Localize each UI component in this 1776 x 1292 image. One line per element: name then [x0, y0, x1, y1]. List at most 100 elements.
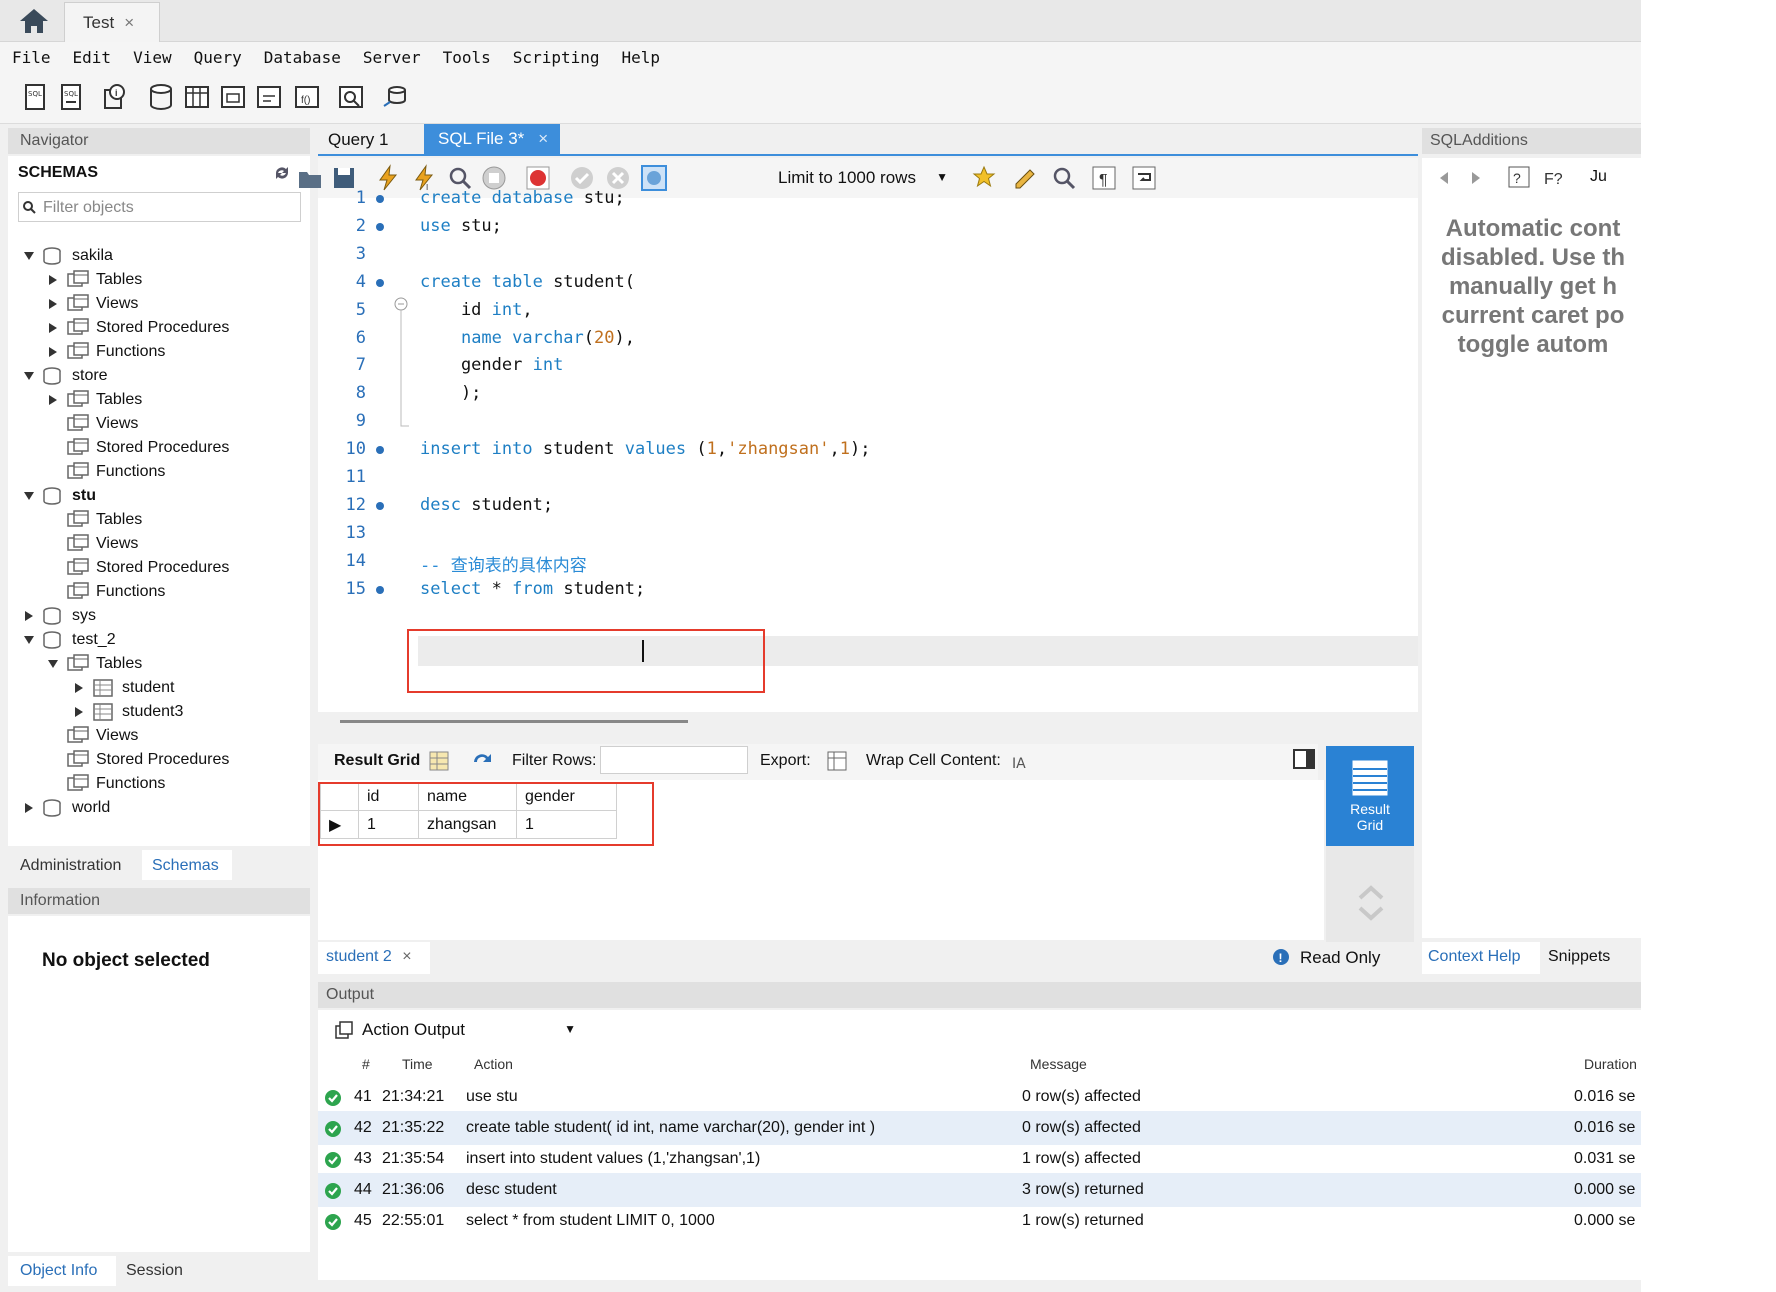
tree-folder[interactable]: Tables [46, 652, 142, 676]
menu-file[interactable]: File [12, 48, 51, 67]
expanded-triangle-icon[interactable] [22, 249, 36, 263]
tree-folder[interactable]: Functions [46, 340, 165, 364]
menu-help[interactable]: Help [622, 48, 661, 67]
menu-scripting[interactable]: Scripting [513, 48, 600, 67]
close-icon[interactable]: × [124, 13, 134, 32]
code-line[interactable]: use stu; [420, 216, 502, 236]
jump-to-label[interactable]: Ju [1590, 168, 1640, 186]
menu-edit[interactable]: Edit [73, 48, 112, 67]
tree-folder[interactable]: Views [46, 412, 138, 436]
tab-snippets[interactable]: Snippets [1542, 942, 1632, 974]
chevron-up-down-icon[interactable] [1356, 882, 1386, 922]
tree-schema[interactable]: sys [22, 604, 96, 628]
tree-folder[interactable]: Stored Procedures [46, 316, 229, 340]
connection-tab[interactable]: Test × [64, 2, 160, 42]
toggle-panel-icon[interactable] [1292, 748, 1316, 770]
result-grid-side-button[interactable]: Result Grid [1326, 746, 1414, 846]
code-line[interactable]: -- 查询表的具体内容 [420, 551, 587, 576]
tree-table[interactable]: student [72, 676, 174, 700]
back-icon[interactable] [1434, 168, 1454, 188]
code-line[interactable]: ); [420, 383, 481, 403]
export-icon[interactable] [826, 748, 852, 772]
filter-rows-input[interactable] [600, 746, 748, 774]
horizontal-scrollbar[interactable] [340, 720, 688, 723]
tree-folder[interactable]: Functions [46, 580, 165, 604]
execute-icon[interactable] [374, 164, 402, 192]
copy-icon[interactable] [334, 1020, 354, 1040]
code-line[interactable]: select * from student; [420, 579, 645, 599]
wrap-cell-icon[interactable]: IA [1010, 752, 1032, 772]
close-icon[interactable]: × [402, 948, 411, 965]
menu-tools[interactable]: Tools [443, 48, 491, 67]
tree-schema[interactable]: stu [22, 484, 96, 508]
create-schema-icon[interactable] [146, 82, 176, 112]
output-mode-select[interactable]: Action Output ▼ [356, 1016, 580, 1044]
table-row[interactable]: 43 21:35:54 insert into student values (1,… [318, 1142, 1641, 1176]
tab-sql-file-3[interactable]: SQL File 3* × [424, 124, 560, 156]
create-view-icon[interactable] [218, 82, 248, 112]
menu-database[interactable]: Database [264, 48, 341, 67]
manual-help-icon[interactable]: ? [1506, 164, 1532, 190]
open-file-icon[interactable] [296, 164, 324, 192]
refresh-icon[interactable] [272, 164, 292, 182]
open-sql-script-icon[interactable]: SQL [56, 82, 86, 112]
word-wrap-icon[interactable] [1130, 164, 1158, 192]
collapsed-triangle-icon[interactable] [22, 609, 36, 623]
expanded-triangle-icon[interactable] [22, 369, 36, 383]
code-line[interactable]: insert into student values (1,'zhangsan'… [420, 439, 870, 459]
tab-student-2[interactable]: student 2 × [318, 942, 430, 974]
home-icon[interactable] [16, 6, 52, 36]
search-table-data-icon[interactable] [336, 82, 366, 112]
add-snippet-icon[interactable] [970, 164, 998, 192]
menu-view[interactable]: View [133, 48, 172, 67]
tab-session[interactable]: Session [116, 1256, 206, 1286]
tab-context-help[interactable]: Context Help [1422, 942, 1540, 974]
autocommit-icon[interactable] [640, 164, 668, 192]
reconnect-icon[interactable] [380, 82, 410, 112]
tree-folder[interactable]: Views [46, 292, 138, 316]
inspector-icon[interactable]: i [100, 82, 130, 112]
tab-administration[interactable]: Administration [8, 850, 142, 880]
table-row[interactable]: 45 22:55:01 select * from student LIMIT 0,… [318, 1204, 1641, 1238]
create-function-icon[interactable]: f() [292, 82, 322, 112]
code-line[interactable]: desc student; [420, 495, 553, 515]
tree-schema[interactable]: test_2 [22, 628, 116, 652]
collapsed-triangle-icon[interactable] [46, 273, 60, 287]
code-line[interactable]: create table student( [420, 272, 635, 292]
menu-query[interactable]: Query [194, 48, 242, 67]
forward-icon[interactable] [1466, 168, 1486, 188]
collapsed-triangle-icon[interactable] [46, 345, 60, 359]
table-row[interactable]: 42 21:35:22 create table student( id int, … [318, 1111, 1641, 1145]
create-procedure-icon[interactable] [254, 82, 284, 112]
collapsed-triangle-icon[interactable] [46, 321, 60, 335]
expanded-triangle-icon[interactable] [22, 633, 36, 647]
code-line[interactable]: name varchar(20), [420, 328, 635, 348]
table-row[interactable]: 41 21:34:21 use stu 0 row(s) affected 0.016 … [318, 1080, 1641, 1114]
collapsed-triangle-icon[interactable] [22, 801, 36, 815]
tree-folder[interactable]: Stored Procedures [46, 748, 229, 772]
expanded-triangle-icon[interactable] [46, 657, 60, 671]
tab-object-info[interactable]: Object Info [8, 1256, 116, 1286]
create-table-icon[interactable] [182, 82, 212, 112]
tree-table[interactable]: student3 [72, 700, 183, 724]
tree-folder[interactable]: Views [46, 724, 138, 748]
fold-marker[interactable] [392, 296, 412, 436]
tree-folder[interactable]: Functions [46, 460, 165, 484]
code-line[interactable]: id int, [420, 300, 533, 320]
code-line[interactable]: create database stu; [420, 188, 625, 208]
filter-objects-input[interactable]: Filter objects [18, 192, 301, 222]
table-row[interactable]: 44 21:36:06 desc student 3 row(s) returned 0… [318, 1173, 1641, 1207]
invisible-chars-icon[interactable]: ¶ [1090, 164, 1118, 192]
collapsed-triangle-icon[interactable] [72, 705, 86, 719]
tree-folder[interactable]: Tables [46, 388, 142, 412]
collapsed-triangle-icon[interactable] [72, 681, 86, 695]
tree-folder[interactable]: Tables [46, 268, 142, 292]
tree-folder[interactable]: Tables [46, 508, 142, 532]
auto-help-icon[interactable]: F? [1542, 164, 1568, 190]
close-icon[interactable]: × [538, 129, 548, 148]
tree-folder[interactable]: Functions [46, 772, 165, 796]
collapsed-triangle-icon[interactable] [46, 393, 60, 407]
tree-schema[interactable]: world [22, 796, 110, 820]
find-icon[interactable] [1050, 164, 1078, 192]
refresh-icon[interactable] [470, 750, 496, 772]
